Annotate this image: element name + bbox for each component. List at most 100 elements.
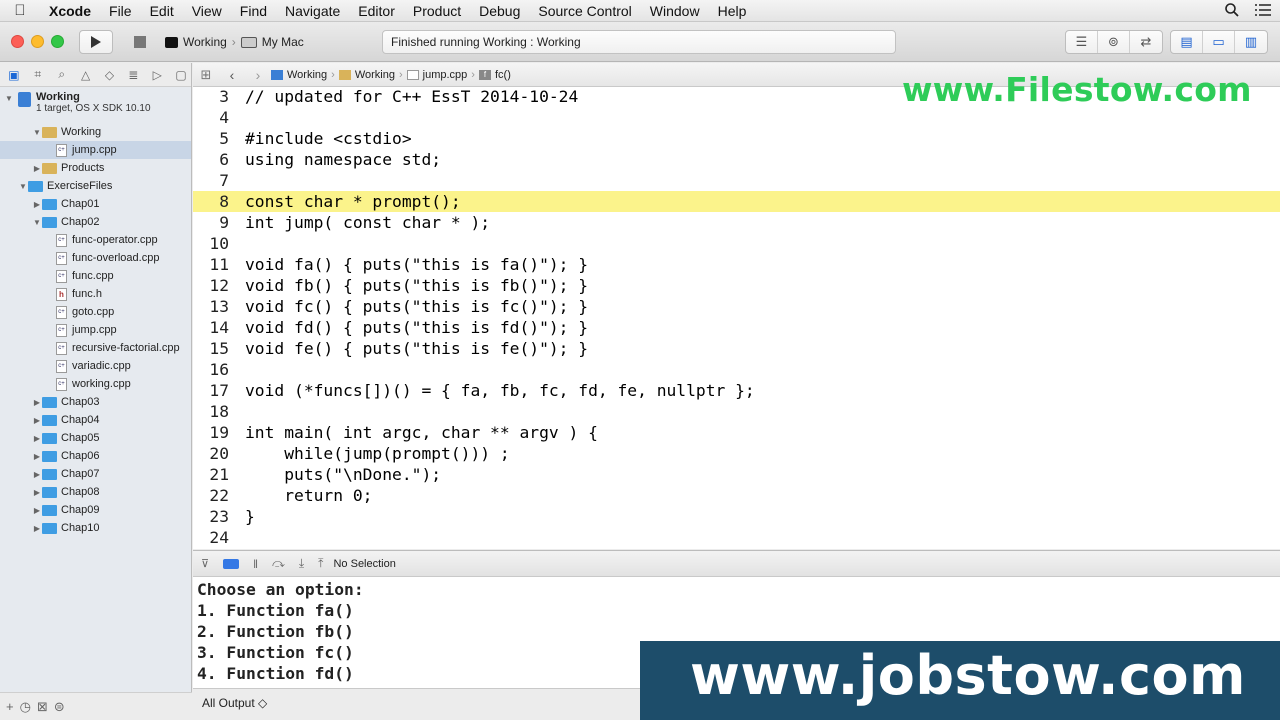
line-number[interactable]: 7 [193, 170, 229, 191]
line-number[interactable]: 3 [193, 87, 229, 107]
code-text[interactable]: int main( int argc, char ** argv ) { [245, 422, 598, 443]
code-line[interactable]: 11 void fa() { puts("this is fa()"); } [193, 254, 1280, 275]
test-navigator-tab-icon[interactable]: ◇ [100, 68, 120, 82]
line-number[interactable]: 12 [193, 275, 229, 296]
navigator-item[interactable]: ▶ Chap05 [0, 429, 191, 447]
scheme-selector[interactable]: Working › My Mac [165, 30, 325, 54]
code-text[interactable]: using namespace std; [245, 149, 441, 170]
disclosure-closed-icon[interactable]: ▶ [32, 434, 42, 443]
debug-area-toggle-icon[interactable]: ▭ [1203, 31, 1235, 53]
breakpoint-navigator-tab-icon[interactable]: ▷ [147, 68, 167, 82]
disclosure-open-icon[interactable]: ▼ [18, 182, 28, 191]
code-line[interactable]: 14 void fd() { puts("this is fd()"); } [193, 317, 1280, 338]
run-button[interactable] [79, 30, 113, 54]
code-line[interactable]: 10 [193, 233, 1280, 254]
navigator-item[interactable]: ▼ Chap02 [0, 213, 191, 231]
code-text[interactable]: int jump( const char * ); [245, 212, 490, 233]
menu-product[interactable]: Product [404, 0, 470, 22]
navigator-item[interactable]: c+ jump.cpp [0, 141, 191, 159]
menu-view[interactable]: View [183, 0, 231, 22]
line-number[interactable]: 17 [193, 380, 229, 401]
back-arrow-icon[interactable]: ‹ [219, 67, 245, 83]
code-line[interactable]: 12 void fb() { puts("this is fb()"); } [193, 275, 1280, 296]
line-number[interactable]: 9 [193, 212, 229, 233]
line-number[interactable]: 18 [193, 401, 229, 422]
code-line[interactable]: 9 int jump( const char * ); [193, 212, 1280, 233]
line-number[interactable]: 21 [193, 464, 229, 485]
breakpoints-toggle-icon[interactable] [223, 558, 240, 569]
hide-debug-area-icon[interactable]: ⊽ [201, 557, 209, 570]
minimize-window-button[interactable] [31, 35, 44, 48]
navigator-item[interactable]: ▶ Chap09 [0, 501, 191, 519]
navigator-item[interactable]: ▶ Chap07 [0, 465, 191, 483]
menu-edit[interactable]: Edit [141, 0, 183, 22]
code-line[interactable]: 16 [193, 359, 1280, 380]
line-number[interactable]: 11 [193, 254, 229, 275]
code-line[interactable]: 15 void fe() { puts("this is fe()"); } [193, 338, 1280, 359]
jump-bar-crumb-symbol[interactable]: f fc() [478, 69, 511, 81]
code-line[interactable]: 20 while(jump(prompt())) ; [193, 443, 1280, 464]
code-line[interactable]: 4 [193, 107, 1280, 128]
code-line[interactable]: 7 [193, 170, 1280, 191]
project-root[interactable]: ▼ Working 1 target, OS X SDK 10.10 [0, 87, 191, 123]
jump-bar-crumb-project[interactable]: Working [271, 69, 327, 81]
line-number[interactable]: 22 [193, 485, 229, 506]
code-line[interactable]: 19 int main( int argc, char ** argv ) { [193, 422, 1280, 443]
code-line[interactable]: 17 void (*funcs[])() = { fa, fb, fc, fd, … [193, 380, 1280, 401]
code-line[interactable]: 24 [193, 527, 1280, 548]
navigator-item[interactable]: c+ working.cpp [0, 375, 191, 393]
code-text[interactable]: void fa() { puts("this is fa()"); } [245, 254, 588, 275]
navigator-toggle-icon[interactable]: ▤ [1171, 31, 1203, 53]
stop-button[interactable] [123, 30, 157, 54]
disclosure-closed-icon[interactable]: ▶ [32, 164, 42, 173]
disclosure-open-icon[interactable]: ▼ [32, 218, 42, 227]
zoom-window-button[interactable] [51, 35, 64, 48]
line-number[interactable]: 5 [193, 128, 229, 149]
navigator-item[interactable]: ▶ Chap10 [0, 519, 191, 537]
navigator-item[interactable]: h func.h [0, 285, 191, 303]
spotlight-search-icon[interactable] [1224, 2, 1240, 18]
code-line[interactable]: 6 using namespace std; [193, 149, 1280, 170]
code-line[interactable]: 22 return 0; [193, 485, 1280, 506]
menu-debug[interactable]: Debug [470, 0, 529, 22]
disclosure-closed-icon[interactable]: ▶ [32, 506, 42, 515]
line-number[interactable]: 19 [193, 422, 229, 443]
disclosure-closed-icon[interactable]: ▶ [32, 524, 42, 533]
navigator-item[interactable]: c+ goto.cpp [0, 303, 191, 321]
menu-editor[interactable]: Editor [349, 0, 404, 22]
code-line[interactable]: 18 [193, 401, 1280, 422]
step-over-icon[interactable]: ⤼ [272, 556, 285, 571]
code-line[interactable]: 5 #include <cstdio> [193, 128, 1280, 149]
step-into-icon[interactable]: ⤓ [299, 556, 304, 571]
debug-navigator-tab-icon[interactable]: ≣ [123, 68, 143, 82]
disclosure-closed-icon[interactable]: ▶ [32, 416, 42, 425]
navigator-item[interactable]: ▼ Working [0, 123, 191, 141]
disclosure-closed-icon[interactable]: ▶ [32, 452, 42, 461]
code-text[interactable]: void fd() { puts("this is fd()"); } [245, 317, 588, 338]
navigator-item[interactable]: ▶ Chap01 [0, 195, 191, 213]
line-number[interactable]: 10 [193, 233, 229, 254]
jump-bar-crumb-file[interactable]: jump.cpp [406, 69, 467, 81]
related-items-icon[interactable]: ⊞ [193, 67, 219, 83]
close-window-button[interactable] [11, 35, 24, 48]
disclosure-closed-icon[interactable]: ▶ [32, 470, 42, 479]
add-icon[interactable]: + [6, 699, 14, 714]
code-line[interactable]: 8 const char * prompt(); [193, 191, 1280, 212]
code-text[interactable]: void fc() { puts("this is fc()"); } [245, 296, 588, 317]
code-text[interactable]: while(jump(prompt())) ; [245, 443, 509, 464]
code-line[interactable]: 13 void fc() { puts("this is fc()"); } [193, 296, 1280, 317]
source-editor[interactable]: 3 // updated for C++ EssT 2014-10-24 4 5 #in… [193, 87, 1280, 549]
line-number[interactable]: 14 [193, 317, 229, 338]
code-text[interactable]: void fe() { puts("this is fe()"); } [245, 338, 588, 359]
filter-field-icon[interactable]: ⊜ [54, 699, 65, 715]
line-number[interactable]: 8 [193, 191, 229, 212]
menu-find[interactable]: Find [231, 0, 276, 22]
line-number[interactable]: 20 [193, 443, 229, 464]
code-text[interactable]: void fb() { puts("this is fb()"); } [245, 275, 588, 296]
standard-editor-icon[interactable]: ☰ [1066, 31, 1098, 53]
menu-window[interactable]: Window [641, 0, 709, 22]
menu-navigate[interactable]: Navigate [276, 0, 349, 22]
navigator-item[interactable]: c+ recursive-factorial.cpp [0, 339, 191, 357]
code-line[interactable]: 23} [193, 506, 1280, 527]
issue-navigator-tab-icon[interactable]: △ [76, 68, 96, 82]
